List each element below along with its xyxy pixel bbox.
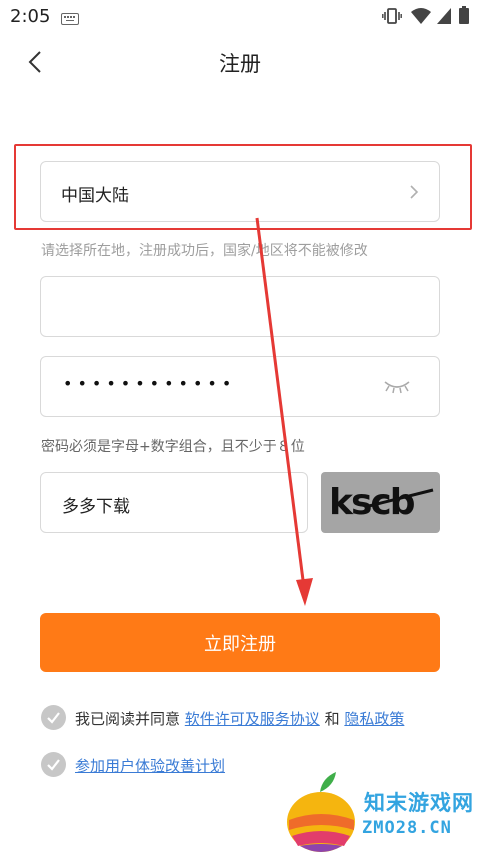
phone-input[interactable]	[40, 276, 440, 337]
agreement-prefix: 我已阅读并同意	[75, 710, 185, 728]
captcha-image[interactable]: kscb	[321, 472, 440, 533]
watermark-name: 知末游戏网	[364, 791, 474, 815]
agreement-check-icon[interactable]	[41, 705, 66, 730]
agreement-text: 我已阅读并同意 软件许可及服务协议 和 隐私政策	[75, 708, 404, 729]
chevron-right-icon	[410, 185, 419, 199]
watermark-domain: ZMO28.CN	[362, 818, 452, 838]
password-hint: 密码必须是字母+数字组合，且不少于８位	[41, 439, 305, 455]
license-link[interactable]: 软件许可及服务协议	[185, 710, 320, 728]
experience-plan-row: 参加用户体验改善计划	[75, 755, 225, 776]
experience-plan-check-icon[interactable]	[41, 752, 66, 777]
status-bar: 2:05	[0, 0, 480, 34]
signal-icon	[437, 8, 451, 24]
captcha-input[interactable]: 多多下载	[40, 472, 308, 533]
region-select[interactable]: 中国大陆	[40, 161, 440, 222]
keyboard-icon	[61, 13, 79, 25]
privacy-link[interactable]: 隐私政策	[344, 710, 404, 728]
password-input[interactable]: ••••••••••••	[40, 356, 440, 417]
register-button[interactable]: 立即注册	[40, 613, 440, 672]
battery-icon	[459, 6, 469, 24]
captcha-image-text: kscb	[329, 482, 415, 523]
region-value: 中国大陆	[61, 186, 129, 206]
captcha-value: 多多下载	[62, 497, 130, 517]
eye-closed-icon[interactable]	[383, 379, 411, 395]
experience-plan-link[interactable]: 参加用户体验改善计划	[75, 757, 225, 775]
wifi-icon	[411, 8, 431, 24]
password-value: ••••••••••••	[63, 374, 237, 393]
status-time: 2:05	[10, 6, 51, 27]
agreement-conjunction: 和	[319, 710, 345, 728]
page-title: 注册	[219, 52, 261, 76]
vibrate-icon	[382, 8, 402, 24]
region-hint: 请选择所在地，注册成功后，国家/地区将不能被修改	[41, 243, 368, 259]
